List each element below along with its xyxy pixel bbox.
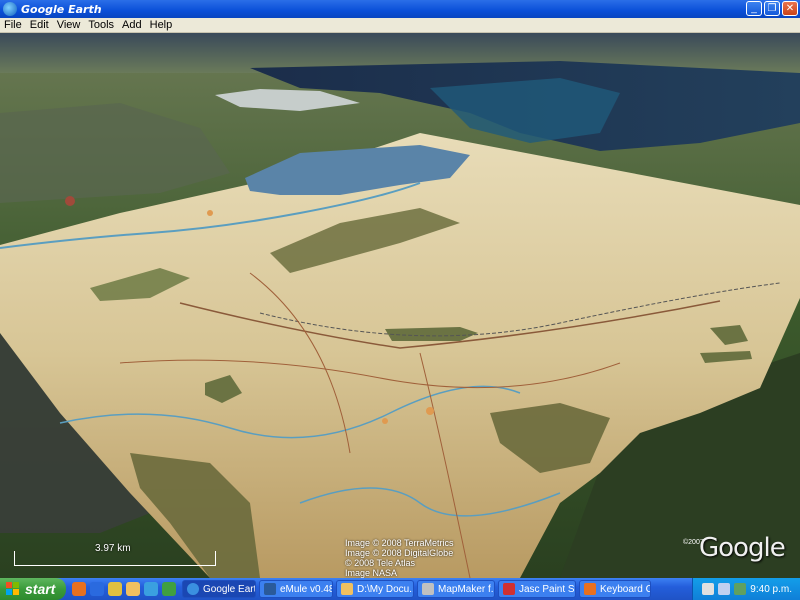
task-mapmaker[interactable]: MapMaker f... [417, 580, 495, 598]
clock[interactable]: 9:40 p.m. [750, 584, 792, 595]
folder-icon [341, 583, 353, 595]
scale-label: 3.97 km [95, 543, 131, 554]
firefox-icon [584, 583, 596, 595]
forest-patch [385, 327, 478, 341]
tray-icon[interactable] [702, 583, 715, 595]
town-marker [65, 196, 75, 206]
quick-launch [72, 582, 176, 596]
task-label: D:\My Docu... [357, 583, 414, 595]
terrain-scene [0, 33, 800, 578]
menu-tools[interactable]: Tools [84, 19, 118, 31]
menu-view[interactable]: View [53, 19, 85, 31]
town-marker [207, 210, 213, 216]
town-marker [426, 407, 434, 415]
windows-flag-icon [6, 582, 20, 596]
title-bar: Google Earth _ ❐ ✕ [0, 0, 800, 18]
task-label: Google Earth [203, 583, 255, 595]
messenger-icon[interactable] [162, 582, 176, 596]
outlook-icon[interactable] [108, 582, 122, 596]
network-icon[interactable] [734, 583, 747, 595]
minimize-button[interactable]: _ [746, 1, 762, 16]
close-button[interactable]: ✕ [782, 1, 798, 16]
mapmaker-icon [422, 583, 434, 595]
window-controls: _ ❐ ✕ [746, 1, 798, 16]
paint-shop-icon [503, 583, 515, 595]
start-label: start [25, 581, 56, 597]
task-paint-shop[interactable]: Jasc Paint S... [498, 580, 576, 598]
task-label: MapMaker f... [438, 583, 495, 595]
start-button[interactable]: start [0, 578, 66, 600]
maximize-button[interactable]: ❐ [764, 1, 780, 16]
credit-line: © 2008 Tele Atlas [345, 558, 416, 568]
imagery-credits: Image © 2008 TerraMetrics Image © 2008 D… [345, 538, 454, 578]
task-label: Jasc Paint S... [519, 583, 575, 595]
menu-edit[interactable]: Edit [26, 19, 53, 31]
google-logo: Google [699, 533, 786, 563]
window-title: Google Earth [21, 2, 102, 16]
task-emule[interactable]: eMule v0.48a [259, 580, 333, 598]
google-earth-icon [3, 2, 17, 16]
menu-add[interactable]: Add [118, 19, 146, 31]
system-tray: 9:40 p.m. [692, 578, 800, 600]
menu-file[interactable]: File [0, 19, 26, 31]
google-earth-icon [187, 583, 199, 595]
task-keyboard[interactable]: Keyboard C... [579, 580, 651, 598]
credit-line: Image NASA [345, 568, 398, 578]
media-player-icon[interactable] [90, 582, 104, 596]
credit-line: Image © 2008 DigitalGlobe [345, 548, 454, 558]
task-google-earth[interactable]: Google Earth [182, 580, 256, 598]
task-label: Keyboard C... [600, 583, 650, 595]
menu-help[interactable]: Help [146, 19, 177, 31]
town-marker [382, 418, 388, 424]
earth-3d-viewport[interactable]: 3.97 km Image © 2008 TerraMetrics Image … [0, 33, 800, 578]
menu-bar: File Edit View Tools Add Help [0, 18, 800, 33]
folder-icon[interactable] [126, 582, 140, 596]
volume-icon[interactable] [718, 583, 731, 595]
credit-line: Image © 2008 TerraMetrics [345, 538, 454, 548]
taskbar: start Google Earth eMule v0.48a D:\My Do… [0, 578, 800, 600]
explorer-icon[interactable] [144, 582, 158, 596]
task-label: eMule v0.48a [280, 583, 332, 595]
firefox-icon[interactable] [72, 582, 86, 596]
emule-icon [264, 583, 276, 595]
task-my-documents[interactable]: D:\My Docu... [336, 580, 414, 598]
